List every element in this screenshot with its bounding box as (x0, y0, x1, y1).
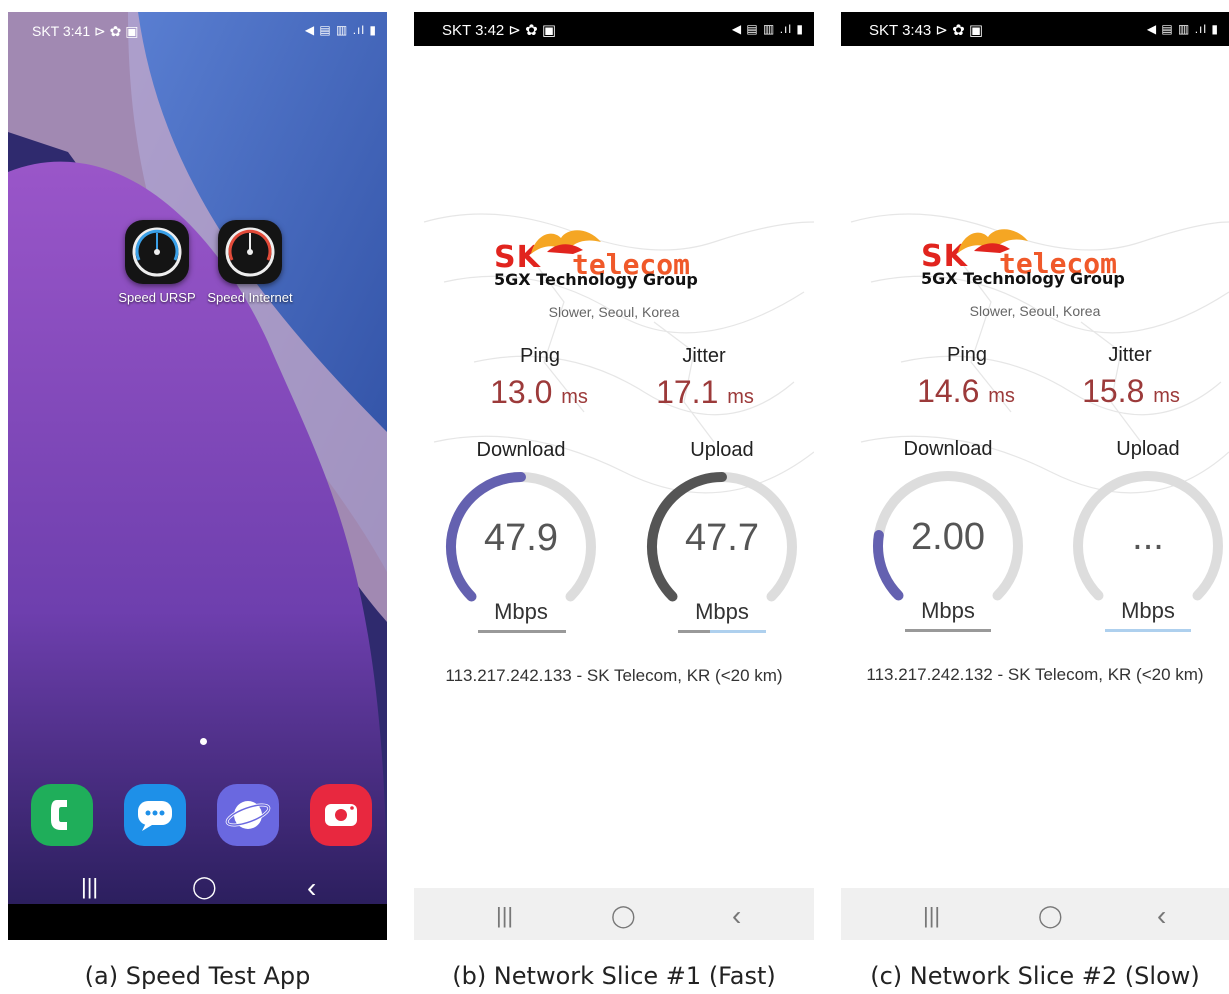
ip-address: 113.217.242.132 - SK Telecom, KR (<20 km… (866, 665, 1204, 684)
home-button[interactable]: ◯ (1038, 903, 1063, 929)
download-unit: Mbps (921, 598, 975, 623)
upload-progress-line (710, 630, 766, 633)
app-label-speed-ursp: Speed URSP (118, 290, 196, 305)
ip-address: 113.217.242.133 - SK Telecom, KR (<20 km… (445, 666, 783, 685)
recent-apps-button[interactable]: ||| (923, 903, 940, 929)
logo-subtitle: 5GX Technology Group (921, 269, 1125, 288)
upload-value: ... (1132, 516, 1164, 558)
download-unit: Mbps (494, 599, 548, 624)
home-button[interactable]: ◯ (611, 903, 636, 929)
download-underline (478, 630, 566, 633)
back-button[interactable]: ‹ (1157, 900, 1166, 932)
status-bar: SKT 3:41 ⊳ ✿ ▣ ◀ ▤ ▥ .ıl ▮ (8, 12, 387, 50)
page-indicator (200, 738, 207, 745)
back-button[interactable]: ‹ (307, 872, 316, 904)
speedometer-icon (132, 227, 182, 277)
speedtest-phone-fast: SKT 3:42 ⊳ ✿ ▣ ◀ ▤ ▥ .ıl ▮ SK telecom 5G… (414, 12, 814, 940)
navigation-bar: ||| ◯ ‹ (414, 888, 814, 940)
status-icons: ◀ ▤ ▥ .ıl ▮ (731, 22, 804, 36)
messages-icon (138, 801, 172, 831)
status-left: SKT 3:43 ⊳ ✿ ▣ (869, 22, 984, 39)
camera-app[interactable] (310, 784, 372, 846)
app-label-speed-internet: Speed Internet (207, 290, 293, 305)
logo-subtitle: 5GX Technology Group (494, 270, 698, 289)
upload-unit: Mbps (695, 599, 749, 624)
status-icons: ◀ ▤ ▥ .ıl ▮ (1146, 22, 1219, 36)
camera-icon (325, 804, 357, 826)
ping-value: 13.0 ms (490, 374, 588, 410)
jitter-value: 17.1 ms (656, 374, 754, 410)
server-location[interactable]: Slower, Seoul, Korea (841, 303, 1229, 319)
status-bar: SKT 3:42 ⊳ ✿ ▣ ◀ ▤ ▥ .ıl ▮ (414, 12, 814, 46)
recent-apps-button[interactable]: ||| (81, 874, 98, 900)
phone-app[interactable] (31, 784, 93, 846)
upload-value: 47.7 (685, 517, 759, 559)
jitter-label: Jitter (682, 345, 726, 367)
caption-c: (c) Network Slice #2 (Slow) (870, 962, 1200, 990)
internet-app[interactable] (217, 784, 279, 846)
ping-label: Ping (946, 344, 988, 366)
speed-ursp-app[interactable] (125, 220, 189, 284)
download-label: Download (903, 438, 993, 460)
download-label: Download (476, 439, 566, 461)
home-screen-phone: SKT 3:41 ⊳ ✿ ▣ ◀ ▤ ▥ .ıl ▮ Speed URSP Sp… (8, 12, 387, 940)
back-button[interactable]: ‹ (732, 900, 741, 932)
upload-label: Upload (690, 439, 754, 461)
bottom-bar (8, 904, 387, 940)
caption-a: (a) Speed Test App (84, 962, 311, 990)
internet-browser-icon (225, 801, 271, 829)
upload-unit: Mbps (1121, 598, 1175, 623)
jitter-label: Jitter (1108, 344, 1152, 366)
status-bar: SKT 3:43 ⊳ ✿ ▣ ◀ ▤ ▥ .ıl ▮ (841, 12, 1229, 46)
download-value: 2.00 (911, 516, 985, 558)
speedtest-phone-slow: SKT 3:43 ⊳ ✿ ▣ ◀ ▤ ▥ .ıl ▮ SK telecom 5G… (841, 12, 1229, 940)
ping-value: 14.6 ms (917, 373, 1015, 409)
recent-apps-button[interactable]: ||| (496, 903, 513, 929)
server-location[interactable]: Slower, Seoul, Korea (414, 304, 814, 320)
status-icons: ◀ ▤ ▥ .ıl ▮ (304, 23, 377, 37)
upload-label: Upload (1116, 438, 1180, 460)
status-left: SKT 3:41 ⊳ ✿ ▣ (32, 23, 139, 39)
download-value: 47.9 (484, 517, 558, 559)
status-left: SKT 3:42 ⊳ ✿ ▣ (442, 22, 557, 39)
jitter-value: 15.8 ms (1082, 373, 1180, 409)
messages-app[interactable] (124, 784, 186, 846)
download-underline (905, 629, 991, 632)
caption-b: (b) Network Slice #1 (Fast) (452, 962, 776, 990)
speed-internet-app[interactable] (218, 220, 282, 284)
upload-progress-line (1105, 629, 1191, 632)
ping-label: Ping (519, 345, 561, 367)
speedometer-icon (225, 227, 275, 277)
navigation-bar: ||| ◯ ‹ (841, 888, 1229, 940)
home-button[interactable]: ◯ (192, 874, 217, 900)
phone-icon (51, 800, 67, 830)
